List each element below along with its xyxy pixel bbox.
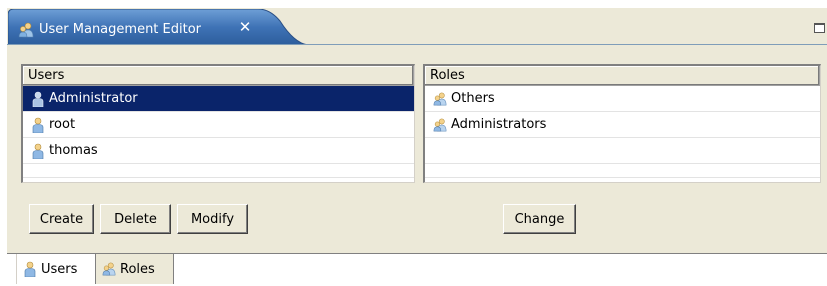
user-icon	[32, 143, 44, 159]
role-group-icon	[433, 92, 447, 105]
tab-label: Roles	[120, 261, 155, 277]
users-column-header[interactable]: Users	[23, 66, 414, 86]
user-label: root	[49, 116, 76, 132]
role-row-others[interactable]: Others	[425, 86, 820, 112]
user-label: thomas	[49, 142, 98, 158]
role-label: Administrators	[451, 116, 547, 132]
user-row-administrator[interactable]: Administrator	[23, 86, 414, 112]
user-row-thomas[interactable]: thomas	[23, 138, 414, 164]
user-icon	[32, 91, 44, 107]
create-button[interactable]: Create	[29, 204, 94, 234]
editor-tab-title: User Management Editor	[39, 22, 202, 37]
tab-users[interactable]: Users	[16, 254, 96, 284]
maximize-icon[interactable]	[814, 23, 825, 33]
tab-roles[interactable]: Roles	[96, 254, 174, 284]
tab-label: Users	[41, 261, 78, 277]
list-empty-row	[23, 164, 414, 178]
editor-tab[interactable]: User Management Editor ✕	[8, 9, 308, 45]
role-group-icon	[433, 118, 447, 131]
list-empty-row	[425, 138, 820, 164]
users-list[interactable]: Users Administrator root thomas	[21, 64, 415, 183]
user-icon	[24, 261, 36, 277]
users-group-icon	[18, 22, 34, 38]
roles-list[interactable]: Roles Others Administrators	[423, 64, 821, 183]
user-row-root[interactable]: root	[23, 112, 414, 138]
role-label: Others	[451, 90, 495, 106]
user-icon	[32, 117, 44, 133]
user-label: Administrator	[49, 90, 138, 106]
role-row-administrators[interactable]: Administrators	[425, 112, 820, 138]
roles-column-header[interactable]: Roles	[425, 66, 820, 86]
list-empty-row	[425, 164, 820, 178]
close-icon[interactable]: ✕	[236, 18, 254, 36]
change-button[interactable]: Change	[503, 204, 576, 234]
role-group-icon	[102, 262, 116, 276]
modify-button[interactable]: Modify	[177, 204, 248, 234]
delete-button[interactable]: Delete	[100, 204, 171, 234]
